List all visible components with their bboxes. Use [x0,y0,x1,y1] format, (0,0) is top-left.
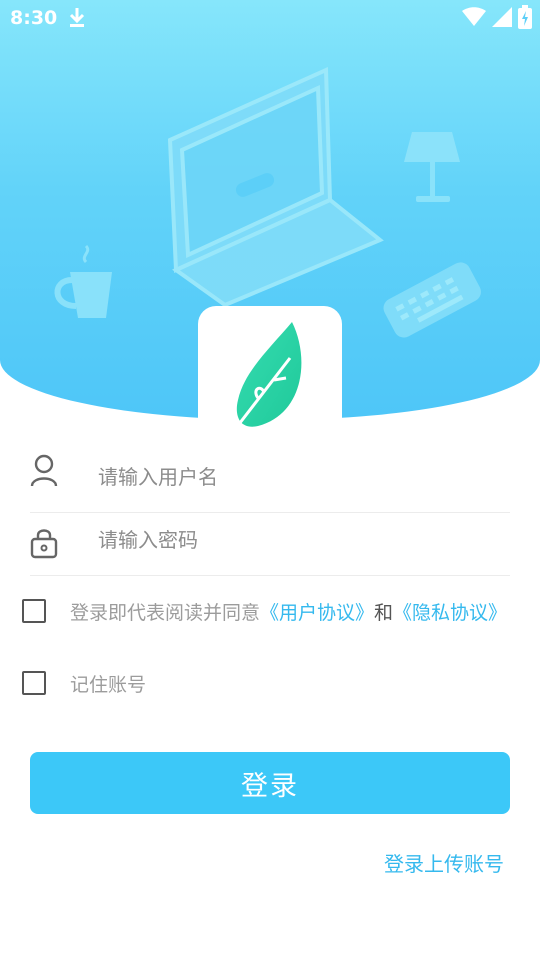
username-input[interactable] [96,456,500,498]
upload-account-link[interactable]: 登录上传账号 [384,848,504,877]
download-icon [68,6,86,33]
username-field-row [30,450,510,513]
agreement-row: 登录即代表阅读并同意《用户协议》和《隐私协议》 [22,596,507,626]
privacy-policy-link[interactable]: 《隐私协议》 [393,602,507,624]
user-agreement-link[interactable]: 《用户协议》 [260,602,374,624]
agreement-conjunction: 和 [374,601,394,624]
status-icons [462,5,532,29]
status-bar: 8:30 [0,0,540,36]
remember-label: 记住账号 [70,673,147,696]
app-logo [198,306,342,436]
wifi-icon [462,7,486,26]
battery-icon [518,5,532,29]
status-time: 8:30 [10,7,58,29]
agreement-checkbox[interactable] [22,599,46,623]
agreement-prefix: 登录即代表阅读并同意 [70,601,261,624]
login-button[interactable]: 登录 [30,752,510,814]
signal-icon [492,7,512,27]
remember-checkbox[interactable] [22,671,46,695]
remember-row: 记住账号 [22,668,146,698]
agreement-text: 登录即代表阅读并同意《用户协议》和《隐私协议》 [70,598,507,625]
password-field-row [30,513,510,576]
leaf-logo-icon [234,322,302,429]
password-input[interactable] [96,519,500,561]
user-icon [30,454,58,492]
lock-icon [30,527,58,563]
